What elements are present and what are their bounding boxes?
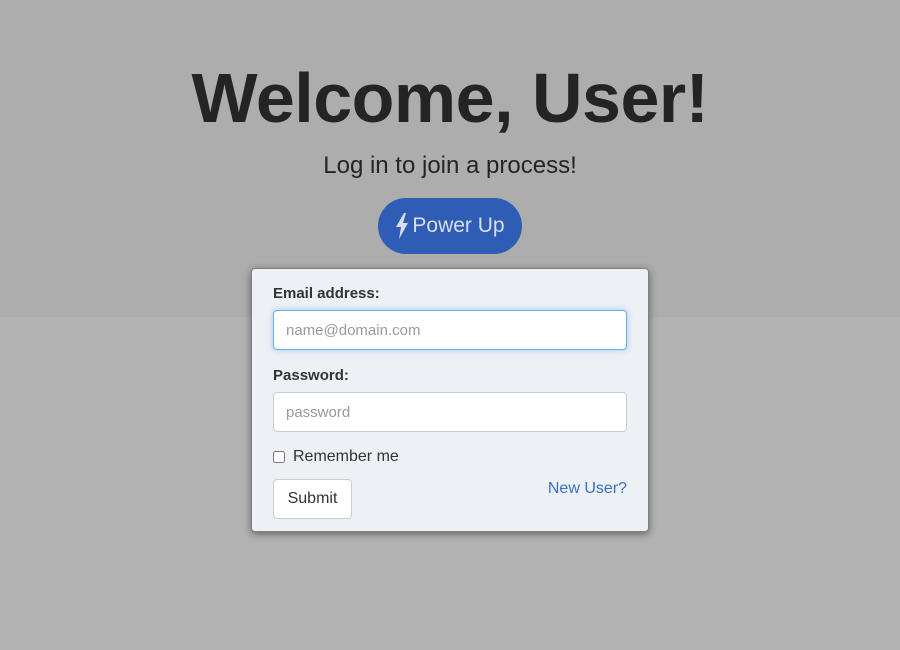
remember-me-row: Remember me — [273, 448, 399, 466]
password-label: Password: — [273, 367, 349, 384]
power-up-button[interactable]: Power Up — [378, 198, 522, 254]
submit-button[interactable]: Submit — [273, 479, 352, 519]
remember-me-label: Remember me — [293, 448, 399, 465]
password-field[interactable] — [273, 392, 627, 432]
power-up-label: Power Up — [412, 214, 505, 237]
login-form: Email address: Password: Remember me Sub… — [251, 268, 649, 532]
email-field[interactable] — [273, 310, 627, 350]
lightning-bolt-icon — [395, 213, 409, 239]
email-label: Email address: — [273, 285, 380, 302]
page-subtitle: Log in to join a process! — [323, 152, 577, 179]
new-user-link[interactable]: New User? — [548, 480, 627, 498]
remember-me-checkbox[interactable] — [273, 451, 285, 463]
page-title: Welcome, User! — [191, 59, 709, 137]
